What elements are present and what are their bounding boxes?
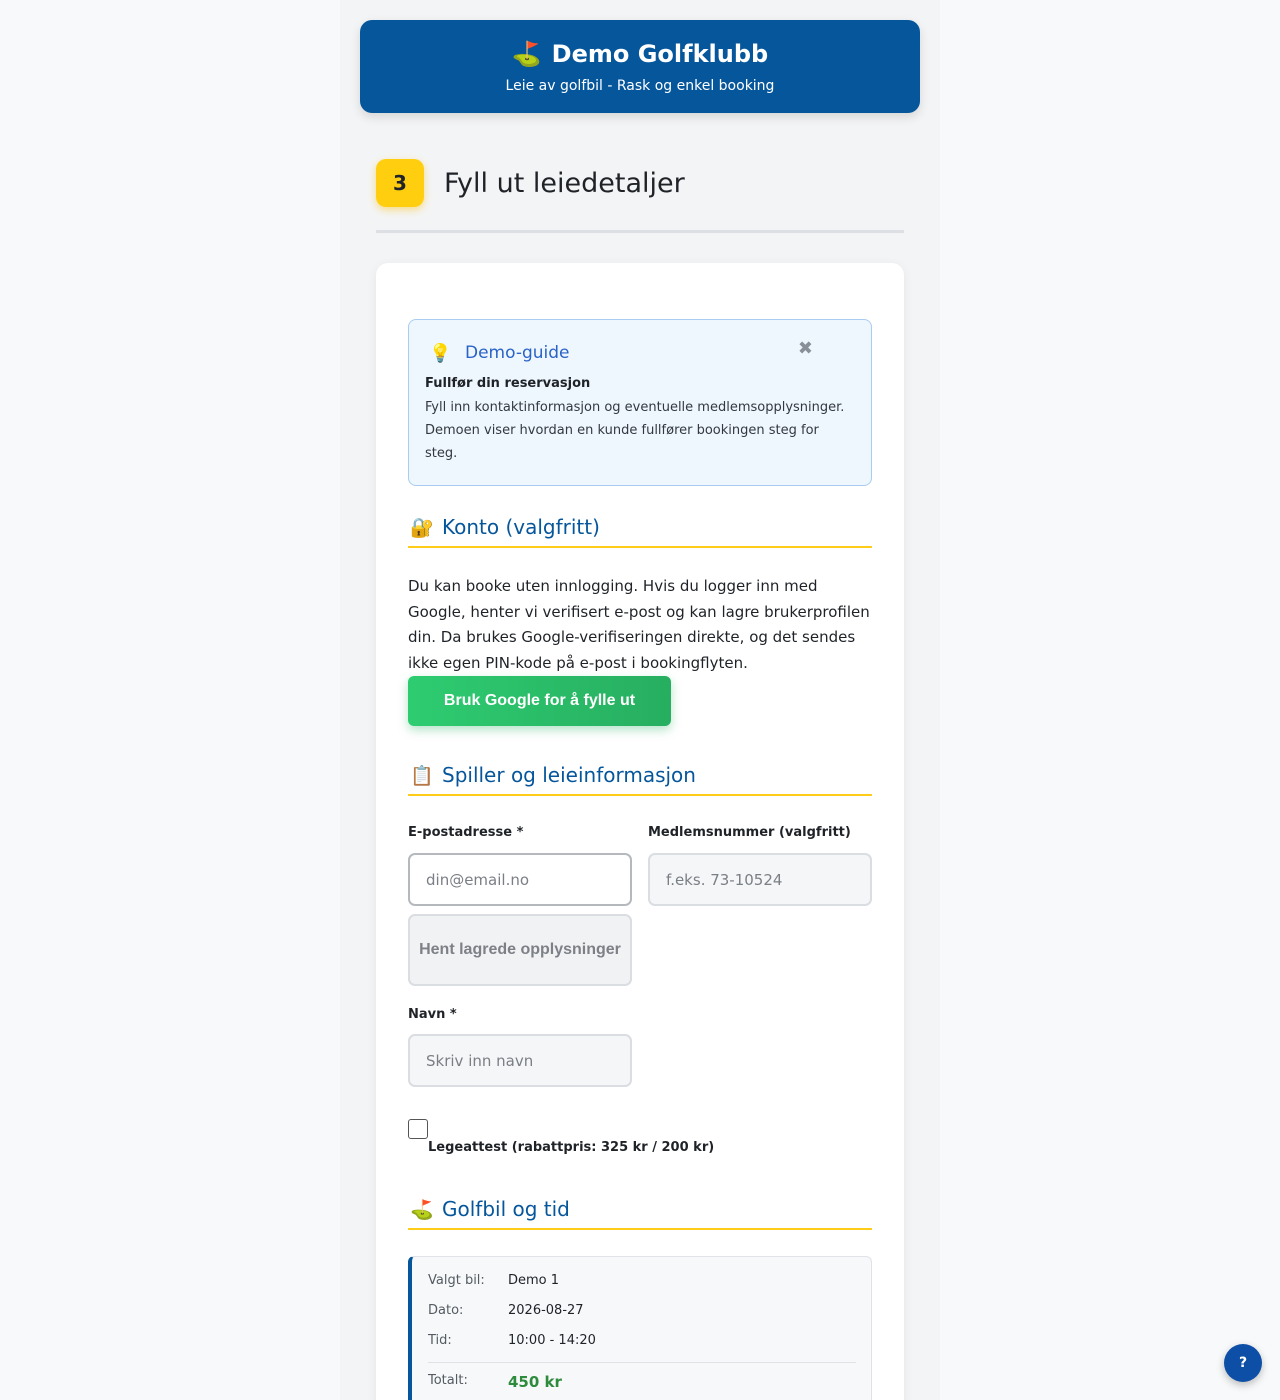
clipboard-icon: 📋 xyxy=(410,764,434,787)
lightbulb-icon: 💡 xyxy=(429,342,452,364)
guide-subtitle: Fullfør din reservasjon xyxy=(425,376,591,391)
booking-form-card: 💡 Demo-guide ✖ Fullfør din reservasjon F… xyxy=(376,263,904,1400)
summary-total-value: 450 kr xyxy=(508,1373,562,1391)
section-cart-title: Golfbil og tid xyxy=(442,1197,570,1221)
section-cart-heading: ⛳ Golfbil og tid xyxy=(408,1190,872,1230)
medical-certificate-checkbox[interactable] xyxy=(408,1119,428,1139)
member-number-field[interactable] xyxy=(648,853,872,906)
email-label: E-postadresse * xyxy=(408,825,524,840)
guide-header: 💡 Demo-guide xyxy=(425,340,855,366)
medical-certificate-label: Legeattest (rabattpris: 325 kr / 200 kr) xyxy=(428,1140,715,1155)
section-konto-heading: 🔐 Konto (valgfritt) xyxy=(408,508,872,548)
demo-guide-box: 💡 Demo-guide ✖ Fullfør din reservasjon F… xyxy=(408,319,872,486)
step-divider xyxy=(376,230,904,233)
konto-description: Du kan booke uten innlogging. Hvis du lo… xyxy=(408,577,870,672)
summary-key: Tid: xyxy=(428,1333,452,1348)
summary-value: Demo 1 xyxy=(508,1273,560,1288)
fetch-saved-info-button[interactable]: Hent lagrede opplysninger xyxy=(408,914,632,986)
summary-key: Totalt: xyxy=(428,1373,468,1388)
golf-flag-icon: ⛳ xyxy=(511,40,542,68)
summary-divider xyxy=(428,1362,856,1363)
summary-value: 2026-08-27 xyxy=(508,1303,584,1318)
step-number-badge: 3 xyxy=(376,159,424,207)
golf-flag-icon: ⛳ xyxy=(410,1198,434,1221)
step-heading: 3 Fyll ut leiedetaljer xyxy=(376,159,904,207)
name-field[interactable] xyxy=(408,1034,632,1087)
guide-title: Demo-guide xyxy=(465,343,570,363)
google-fill-button[interactable]: Bruk Google for å fylle ut xyxy=(408,676,671,726)
member-number-label: Medlemsnummer (valgfritt) xyxy=(648,825,851,840)
summary-row-total: Totalt: 450 kr xyxy=(428,1373,562,1391)
site-title-text: Demo Golfklubb xyxy=(551,40,769,68)
section-konto-title: Konto (valgfritt) xyxy=(442,515,600,539)
lock-icon: 🔐 xyxy=(410,516,434,539)
section-player-title: Spiller og leieinformasjon xyxy=(442,763,696,787)
summary-key: Dato: xyxy=(428,1303,464,1318)
summary-row-car: Valgt bil: Demo 1 xyxy=(428,1273,559,1288)
summary-key: Valgt bil: xyxy=(428,1273,485,1288)
summary-value: 10:00 - 14:20 xyxy=(508,1333,596,1348)
close-icon[interactable]: ✖ xyxy=(798,338,813,359)
summary-row-time: Tid: 10:00 - 14:20 xyxy=(428,1333,596,1348)
site-title: ⛳ Demo Golfklubb xyxy=(360,39,920,69)
site-header: ⛳ Demo Golfklubb Leie av golfbil - Rask … xyxy=(360,20,920,113)
site-subtitle: Leie av golfbil - Rask og enkel booking xyxy=(505,78,775,94)
email-field[interactable] xyxy=(408,853,632,906)
step-title: Fyll ut leiedetaljer xyxy=(444,167,685,199)
booking-summary: Valgt bil: Demo 1 Dato: 2026-08-27 Tid: … xyxy=(408,1256,872,1400)
guide-body: Fyll inn kontaktinformasjon og eventuell… xyxy=(425,400,845,461)
section-player-heading: 📋 Spiller og leieinformasjon xyxy=(408,756,872,796)
name-label: Navn * xyxy=(408,1007,457,1022)
summary-row-date: Dato: 2026-08-27 xyxy=(428,1303,584,1318)
help-button[interactable]: ? xyxy=(1224,1344,1262,1382)
